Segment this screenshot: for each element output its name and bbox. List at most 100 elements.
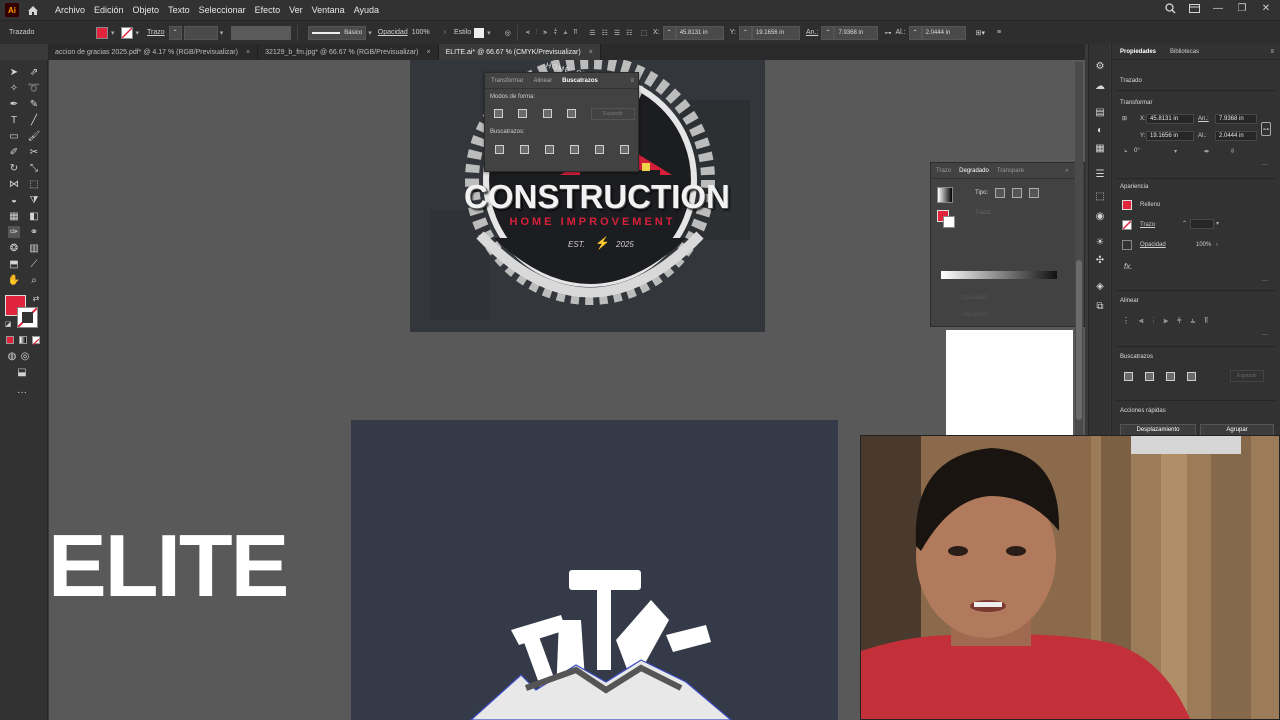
unite-icon[interactable] [1124, 372, 1133, 381]
line-tool-icon[interactable]: ╱ [28, 114, 40, 126]
freeform-gradient-icon[interactable] [1029, 188, 1039, 198]
gradient-stroke-swatch[interactable] [943, 216, 955, 228]
align-buttons[interactable]: ⫷⫶⫸⫩⫨⫪ [526, 29, 584, 37]
tab-elite[interactable]: ELITE.ai* @ 66.67 % (CMYK/Previsualizar)… [438, 44, 601, 60]
symbol-sprayer-tool-icon[interactable]: ❂ [8, 242, 20, 254]
tab-alinear[interactable]: Alinear [533, 78, 552, 84]
y-field[interactable]: 19.1656 in [1146, 131, 1194, 141]
constrain-proportions-icon[interactable]: ⊶ [884, 29, 891, 37]
blend-tool-icon[interactable]: ⚭ [28, 226, 40, 238]
fx-icon[interactable]: fx. [1124, 262, 1132, 271]
swap-fill-stroke-icon[interactable]: ⇄ [30, 292, 42, 304]
opacity-arrow-icon[interactable]: › [1216, 242, 1218, 248]
properties-panel-icon[interactable]: ⚙ [1094, 60, 1106, 72]
unite-icon[interactable] [494, 109, 503, 118]
scrollbar-thumb[interactable] [1076, 260, 1082, 420]
libraries-panel-icon[interactable]: ☁ [1094, 80, 1106, 92]
more-options-icon[interactable]: ··· [1262, 332, 1268, 338]
width-tool-icon[interactable]: ⋈ [8, 178, 20, 190]
height-stepper[interactable]: ⌃ [908, 25, 922, 40]
panel-menu-icon[interactable]: ≡ [630, 78, 634, 84]
column-graph-tool-icon[interactable]: ▥ [28, 242, 40, 254]
tab-trazo[interactable]: Trazo [936, 168, 951, 174]
minus-front-icon[interactable] [1145, 372, 1154, 381]
constrain-proportions-icon[interactable]: ⊶ [1261, 122, 1271, 136]
brush-definition[interactable]: Básico [308, 25, 367, 40]
angle-dropdown-icon[interactable]: ▾ [1174, 148, 1177, 155]
menu-ayuda[interactable]: Ayuda [354, 5, 379, 15]
magic-wand-tool-icon[interactable]: ✧ [8, 82, 20, 94]
swatches-panel-icon[interactable]: ▦ [1094, 142, 1106, 154]
artboard-white[interactable] [946, 330, 1073, 436]
menu-ver[interactable]: Ver [289, 5, 303, 15]
expand-button[interactable]: Expandir [1230, 370, 1264, 382]
close-icon[interactable]: ✕ [1260, 2, 1272, 14]
tab-transparencia[interactable]: Transpare [997, 168, 1024, 174]
rectangle-tool-icon[interactable]: ▭ [8, 130, 20, 142]
pen-tool-icon[interactable]: ✒ [8, 98, 20, 110]
height-field[interactable]: 2.0444 in [921, 25, 966, 40]
opacity-value[interactable]: 100% [1196, 242, 1211, 248]
lasso-tool-icon[interactable]: ➰ [28, 82, 40, 94]
stroke-swatch[interactable] [1122, 220, 1132, 230]
stack-layers-icon[interactable]: ◈ [1094, 280, 1106, 292]
collapse-icon[interactable]: » [1065, 168, 1068, 174]
draw-mode-icon[interactable]: ◍ [6, 350, 18, 362]
tab-32129[interactable]: 32129_b_fm.jpg* @ 66.67 % (RGB/Previsual… [258, 44, 439, 60]
menu-seleccionar[interactable]: Seleccionar [199, 5, 246, 15]
stroke-color-swatch[interactable] [17, 307, 38, 328]
divide-icon[interactable] [495, 145, 504, 154]
gradient-mode-icon[interactable] [19, 336, 27, 344]
scissors-tool-icon[interactable]: ✂ [28, 146, 40, 158]
type-tool-icon[interactable]: T [8, 114, 20, 126]
selection-tool-icon[interactable]: ➤ [8, 66, 20, 78]
search-icon[interactable] [1164, 2, 1176, 14]
tab-buscatrazos[interactable]: Buscatrazos [562, 78, 598, 84]
more-options-icon[interactable]: ··· [1262, 278, 1268, 284]
exclude-icon[interactable] [1187, 372, 1196, 381]
linear-gradient-icon[interactable] [995, 188, 1005, 198]
fill-swatch[interactable] [1122, 200, 1132, 210]
trim-icon[interactable] [520, 145, 529, 154]
intersect-icon[interactable] [543, 109, 552, 118]
width-stepper[interactable]: ⌃ [821, 25, 835, 40]
restore-icon[interactable]: ❐ [1236, 2, 1248, 14]
menu-efecto[interactable]: Efecto [255, 5, 281, 15]
transform-panel-icon[interactable]: ⬚ [1094, 190, 1106, 202]
align-buttons[interactable]: ⋮⫷⫶⫸⫩⫨⫪ [1122, 316, 1218, 326]
none-mode-icon[interactable] [32, 336, 40, 346]
recolor-icon[interactable]: ◎ [505, 29, 511, 37]
menu-objeto[interactable]: Objeto [133, 5, 160, 15]
stroke-label[interactable]: Trazo [147, 29, 165, 36]
style-dropdown-icon[interactable]: ▾ [487, 29, 491, 37]
fill-dropdown-icon[interactable]: ▾ [111, 29, 115, 37]
panel-menu-icon[interactable]: ⊞▾ [976, 29, 985, 37]
merge-icon[interactable] [545, 145, 554, 154]
color-mode-icon[interactable] [6, 336, 14, 344]
stroke-weight-field[interactable] [1190, 219, 1214, 229]
shaper-tool-icon[interactable]: ✐ [8, 146, 20, 158]
flip-horizontal-icon[interactable]: ⇹ [1204, 148, 1209, 155]
menu-texto[interactable]: Texto [168, 5, 190, 15]
stroke-dropdown-icon[interactable]: ▾ [136, 29, 140, 37]
exclude-icon[interactable] [567, 109, 576, 118]
elite-text-artwork[interactable]: ELITE [48, 520, 346, 612]
tab-accion-de-gracias[interactable]: accion de gracias 2025.pdf* @ 4.17 % (RG… [48, 44, 259, 60]
mesh-tool-icon[interactable]: ▦ [8, 210, 20, 222]
artboard-tools-logo[interactable] [351, 420, 838, 720]
artboards-panel-icon[interactable]: ⧉ [1094, 300, 1106, 312]
stroke-weight-stepper[interactable]: ⌃ [1182, 220, 1187, 227]
draw-behind-icon[interactable]: ◎ [19, 350, 31, 362]
angle-field[interactable]: 0° [1134, 148, 1140, 154]
transform-icon[interactable]: ⬚ [640, 29, 647, 37]
menu-edicion[interactable]: Edición [94, 5, 124, 15]
x-field[interactable]: 45.8131 in [675, 25, 724, 40]
expand-button[interactable]: Expandir [591, 108, 635, 120]
tab-propiedades[interactable]: Propiedades [1120, 49, 1156, 55]
paintbrush-tool-icon[interactable]: 🖌 [28, 130, 41, 142]
minus-back-icon[interactable] [620, 145, 629, 154]
more-options-icon[interactable]: ··· [1262, 162, 1268, 168]
stroke-weight-dropdown-icon[interactable]: ▾ [1216, 220, 1219, 227]
graphic-style-swatch[interactable] [474, 27, 485, 38]
layers-panel-icon[interactable]: ▤ [1094, 106, 1106, 118]
